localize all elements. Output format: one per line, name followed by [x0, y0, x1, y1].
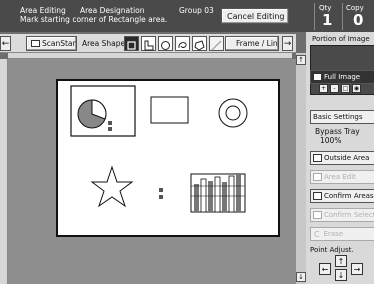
- arrow-right-icon: →: [283, 38, 292, 49]
- zoom-fit-icon[interactable]: □: [341, 84, 350, 93]
- pan-icon[interactable]: ◉: [352, 84, 361, 93]
- star-shape: [90, 165, 134, 208]
- group-label: Group 03: [179, 6, 214, 15]
- circle-icon: [161, 41, 170, 50]
- arrow-left-icon: ←: [321, 264, 329, 274]
- vertical-scrollbar[interactable]: ↑ ↓: [296, 53, 306, 284]
- instruction-text: Mark starting corner of Rectangle area.: [20, 15, 168, 24]
- polygon-tool-button[interactable]: [192, 36, 207, 51]
- erase-button[interactable]: C Erase: [310, 227, 374, 241]
- point-down-button[interactable]: ↓: [335, 269, 347, 281]
- small-square-shape: [108, 121, 112, 125]
- outside-area-label: Outside Area: [324, 154, 370, 162]
- mode-detail-label: Area Designation: [80, 6, 145, 15]
- arrow-down-icon: ↓: [298, 273, 304, 281]
- qty-box: Qty 1: [314, 3, 340, 30]
- arrow-down-icon: ↓: [337, 270, 345, 280]
- bar-chart-shape: [190, 173, 246, 213]
- right-panel: Portion of Image Full Image + - □ ◉ Basi…: [306, 32, 374, 284]
- confirm-areas-button[interactable]: Confirm Areas: [310, 189, 374, 203]
- scroll-down-button[interactable]: ↓: [296, 272, 306, 282]
- area-edit-label: Area Edit: [324, 173, 356, 181]
- area-edit-icon: [313, 173, 322, 181]
- confirm-select-button[interactable]: Confirm Select: [310, 208, 374, 222]
- pie-chart-shape: [77, 99, 107, 129]
- cancel-editing-label: Cancel Editing: [227, 11, 285, 21]
- mode-label: Area Editing: [20, 6, 66, 15]
- copy-box: Copy 0: [342, 3, 374, 30]
- outside-area-icon: [313, 154, 322, 162]
- rectangle-shape: [150, 96, 189, 124]
- erase-icon: C: [314, 229, 320, 239]
- scanstart-button[interactable]: ScanStart: [26, 36, 77, 51]
- toolbar: ← ScanStart Area Shape Frame / Line →: [0, 34, 296, 53]
- zoom-value: 100%: [320, 136, 342, 145]
- portion-of-image-label: Portion of Image: [312, 35, 370, 43]
- full-image-button[interactable]: Full Image: [310, 70, 374, 84]
- area-shape-label: Area Shape: [82, 39, 126, 48]
- arrow-up-icon: ↑: [337, 256, 345, 266]
- document-preview[interactable]: [56, 79, 280, 237]
- frame-line-button[interactable]: Frame / Line: [225, 36, 279, 51]
- confirm-areas-icon: [313, 192, 322, 200]
- freehand-tool-button[interactable]: [175, 36, 190, 51]
- small-square-shape: [159, 188, 163, 192]
- arrow-right-icon: →: [353, 264, 361, 274]
- polygon-icon: [194, 40, 205, 51]
- image-icon: [313, 73, 322, 81]
- preview-canvas[interactable]: [8, 59, 296, 284]
- scanstart-label: ScanStart: [42, 39, 77, 48]
- scroll-up-button[interactable]: ↑: [296, 55, 306, 65]
- basic-settings-button[interactable]: Basic Settings: [310, 110, 374, 124]
- small-square-shape: [108, 127, 112, 131]
- confirm-select-label: Confirm Select: [324, 211, 374, 219]
- scroll-left-button[interactable]: ←: [0, 36, 11, 51]
- point-right-button[interactable]: →: [351, 263, 363, 275]
- outside-area-button[interactable]: Outside Area: [310, 151, 374, 165]
- zoom-controls: + - □ ◉: [319, 84, 361, 93]
- erase-label: Erase: [323, 230, 344, 238]
- zoom-in-icon[interactable]: +: [319, 84, 328, 93]
- point-up-button[interactable]: ↑: [335, 255, 347, 267]
- lshape-tool-button[interactable]: [141, 36, 156, 51]
- outer-circle-shape: [218, 98, 248, 128]
- arrow-left-icon: ←: [1, 38, 10, 49]
- arrow-up-icon: ↑: [298, 56, 304, 64]
- small-square-shape: [159, 195, 163, 199]
- confirm-select-icon: [313, 211, 322, 219]
- cancel-editing-button[interactable]: Cancel Editing: [221, 8, 289, 24]
- scan-icon: [31, 40, 40, 47]
- rectangle-icon: [127, 41, 136, 50]
- inner-circle-shape: [225, 105, 241, 121]
- circle-tool-button[interactable]: [158, 36, 173, 51]
- confirm-areas-label: Confirm Areas: [324, 192, 374, 200]
- pen-icon: [211, 40, 222, 51]
- header-bar: Area Editing Area Designation Mark start…: [0, 0, 374, 32]
- full-image-label: Full Image: [324, 73, 361, 81]
- point-adjust-label: Point Adjust.: [310, 246, 354, 254]
- lshape-icon: [144, 40, 154, 51]
- vertical-ruler: [0, 59, 8, 284]
- line-tool-button[interactable]: [209, 36, 224, 51]
- basic-settings-label: Basic Settings: [313, 113, 363, 121]
- freehand-icon: [178, 42, 187, 49]
- point-left-button[interactable]: ←: [319, 263, 331, 275]
- frame-line-label: Frame / Line: [236, 39, 279, 48]
- tray-label: Bypass Tray: [315, 127, 360, 136]
- rectangle-tool-button[interactable]: [124, 36, 139, 51]
- qty-value: 1: [322, 11, 333, 29]
- area-edit-button[interactable]: Area Edit: [310, 170, 374, 184]
- zoom-out-icon[interactable]: -: [330, 84, 339, 93]
- scroll-right-button[interactable]: →: [282, 36, 293, 51]
- document-content: [70, 85, 248, 213]
- copy-value: 0: [353, 11, 364, 29]
